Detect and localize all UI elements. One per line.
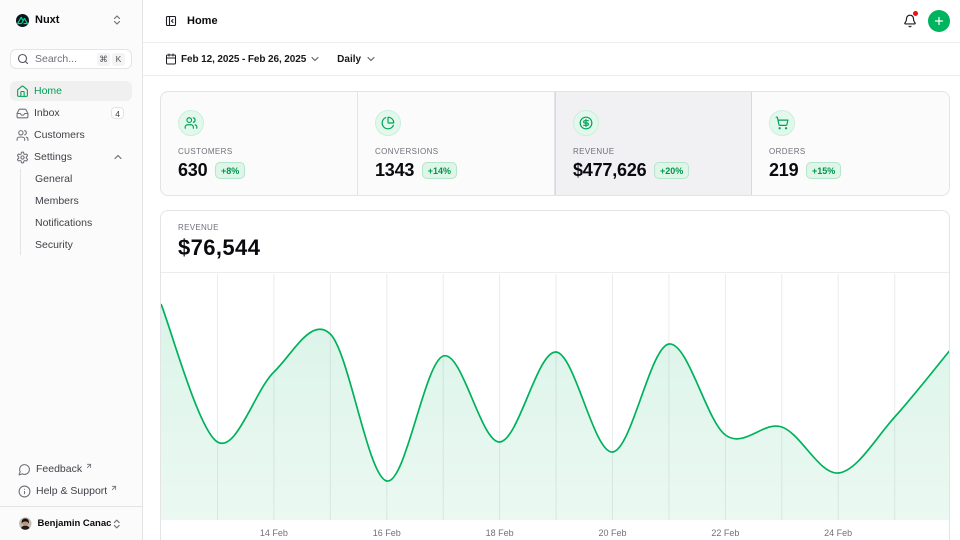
- svg-text:20 Feb: 20 Feb: [598, 528, 626, 538]
- svg-text:22 Feb: 22 Feb: [711, 528, 739, 538]
- svg-text:18 Feb: 18 Feb: [486, 528, 514, 538]
- svg-text:14 Feb: 14 Feb: [260, 528, 288, 538]
- svg-text:24 Feb: 24 Feb: [824, 528, 852, 538]
- svg-text:16 Feb: 16 Feb: [373, 528, 401, 538]
